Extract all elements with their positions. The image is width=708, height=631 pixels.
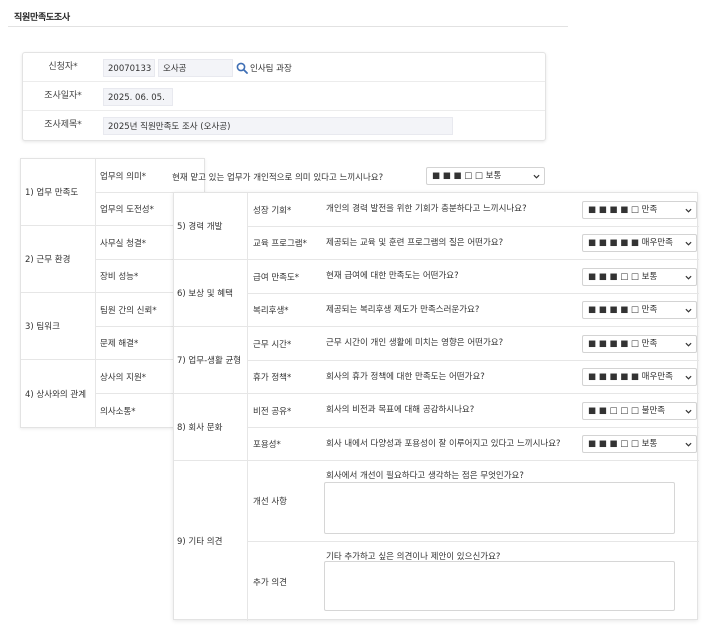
survey-title-label: 조사제목* — [44, 120, 82, 130]
sub-growth-opportunity: 성장 기회* — [248, 193, 320, 227]
sub-vision-sharing: 비전 공유* — [248, 394, 320, 428]
improvement-textarea[interactable] — [324, 482, 675, 534]
rating-cell: ■ ■ ■ ■ ■ 매우만족 — [582, 227, 699, 260]
chevron-down-icon — [685, 375, 692, 380]
question-text: 현재 맡고 있는 업무가 개인적으로 의미 있다고 느끼시나요? — [172, 173, 384, 183]
category-manager-relationship: 4) 상사와의 관계 — [21, 360, 96, 428]
question-text: 회사의 비전과 목표에 대해 공감하시나요? — [320, 394, 582, 428]
first-question-row: 현재 맡고 있는 업무가 개인적으로 의미 있다고 느끼시나요? ■ ■ ■ □… — [165, 160, 555, 192]
chevron-down-icon — [685, 308, 692, 313]
chevron-down-icon — [685, 208, 692, 213]
applicant-dept: 인사팀 과장 — [250, 64, 292, 74]
additional-textarea[interactable] — [324, 561, 675, 611]
survey-date-row: 조사일자* 2025. 06. 05. — [23, 82, 545, 111]
category-career-development: 5) 경력 개발 — [174, 193, 248, 260]
question-text: 현재 급여에 대한 만족도는 어떤가요? — [320, 260, 582, 294]
applicant-label: 신청자* — [48, 62, 78, 72]
rating-cell: ■ ■ ■ ■ □ 만족 — [582, 193, 699, 227]
additional-row: 기타 추가하고 싶은 의견이나 제안이 있으신가요? — [320, 542, 699, 621]
applicant-row: 신청자* 20070133 오사공 인사팀 과장 — [23, 53, 545, 82]
rating-select[interactable]: ■ ■ ■ □ □ 보통 — [582, 268, 697, 286]
sub-vacation-policy: 휴가 정책* — [248, 361, 320, 394]
rating-select[interactable]: ■ ■ ■ ■ ■ 매우만족 — [582, 234, 697, 252]
sub-inclusiveness: 포용성* — [248, 428, 320, 461]
applicant-name-field[interactable]: 오사공 — [158, 59, 233, 77]
rating-cell: ■ ■ ■ ■ ■ 매우만족 — [582, 361, 699, 394]
page-title: 직원만족도조사 — [14, 13, 70, 23]
sub-salary-satisfaction: 급여 만족도* — [248, 260, 320, 294]
question-text: 근무 시간이 개인 생활에 미치는 영향은 어떤가요? — [320, 327, 582, 361]
rating-cell: ■ ■ ■ □ □ 보통 — [582, 260, 699, 294]
rating-select[interactable]: ■ ■ □ □ □ 불만족 — [582, 402, 697, 420]
chevron-down-icon — [685, 409, 692, 414]
rating-cell: ■ ■ ■ ■ □ 만족 — [582, 294, 699, 327]
rating-select[interactable]: ■ ■ ■ □ □ 보통 — [426, 167, 545, 185]
chevron-down-icon — [685, 442, 692, 447]
question-text: 회사의 휴가 정책에 대한 만족도는 어떤가요? — [320, 361, 582, 394]
rating-select[interactable]: ■ ■ ■ ■ ■ 매우만족 — [582, 368, 697, 386]
survey-date-field[interactable]: 2025. 06. 05. — [103, 88, 173, 106]
sub-welfare: 복리후생* — [248, 294, 320, 327]
sub-working-hours: 근무 시간* — [248, 327, 320, 361]
sub-improvement: 개선 사항 — [248, 461, 320, 542]
rating-select[interactable]: ■ ■ ■ ■ □ 만족 — [582, 201, 697, 219]
improvement-row: 회사에서 개선이 필요하다고 생각하는 점은 무엇인가요? — [320, 461, 699, 542]
question-text: 회사에서 개선이 필요하다고 생각하는 점은 무엇인가요? — [326, 471, 524, 481]
chevron-down-icon — [533, 174, 540, 179]
right-survey-table: 5) 경력 개발 성장 기회* 개인의 경력 발전을 위한 기회가 충분하다고 … — [173, 192, 699, 621]
question-text: 제공되는 교육 및 훈련 프로그램의 질은 어떤가요? — [320, 227, 582, 260]
survey-title-row: 조사제목* 2025년 직원만족도 조사 (오사공) — [23, 111, 545, 140]
rating-select[interactable]: ■ ■ ■ ■ □ 만족 — [582, 301, 697, 319]
search-icon[interactable] — [236, 62, 248, 74]
category-teamwork: 3) 팀워크 — [21, 293, 96, 360]
chevron-down-icon — [685, 241, 692, 246]
survey-title-field[interactable]: 2025년 직원만족도 조사 (오사공) — [103, 117, 453, 135]
question-text: 제공되는 복리후생 제도가 만족스러운가요? — [320, 294, 582, 327]
question-text: 개인의 경력 발전을 위한 기회가 충분하다고 느끼시나요? — [320, 193, 582, 227]
applicant-info-panel: 신청자* 20070133 오사공 인사팀 과장 조사일자* 2025. 06.… — [22, 52, 546, 141]
title-divider — [8, 26, 568, 27]
rating-select[interactable]: ■ ■ ■ ■ □ 만족 — [582, 335, 697, 353]
sub-training-program: 교육 프로그램* — [248, 227, 320, 260]
rating-cell: ■ ■ ■ □ □ 보통 — [582, 428, 699, 461]
category-work-life-balance: 7) 업무-생활 균형 — [174, 327, 248, 394]
chevron-down-icon — [685, 342, 692, 347]
survey-date-label: 조사일자* — [44, 91, 82, 101]
sub-additional: 추가 의견 — [253, 577, 287, 588]
category-compensation: 6) 보상 및 혜택 — [174, 260, 248, 327]
rating-cell: ■ ■ □ □ □ 불만족 — [582, 394, 699, 428]
category-company-culture: 8) 회사 문화 — [174, 394, 248, 461]
category-work-environment: 2) 근무 환경 — [21, 226, 96, 293]
chevron-down-icon — [685, 275, 692, 280]
category-job-satisfaction: 1) 업무 만족도 — [21, 159, 96, 226]
question-text: 회사 내에서 다양성과 포용성이 잘 이루어지고 있다고 느끼시나요? — [320, 428, 582, 461]
applicant-id-field[interactable]: 20070133 — [103, 59, 155, 77]
rating-select[interactable]: ■ ■ ■ □ □ 보통 — [582, 435, 697, 453]
rating-cell: ■ ■ ■ ■ □ 만족 — [582, 327, 699, 361]
category-other-opinions: 9) 기타 의견 — [174, 461, 248, 621]
